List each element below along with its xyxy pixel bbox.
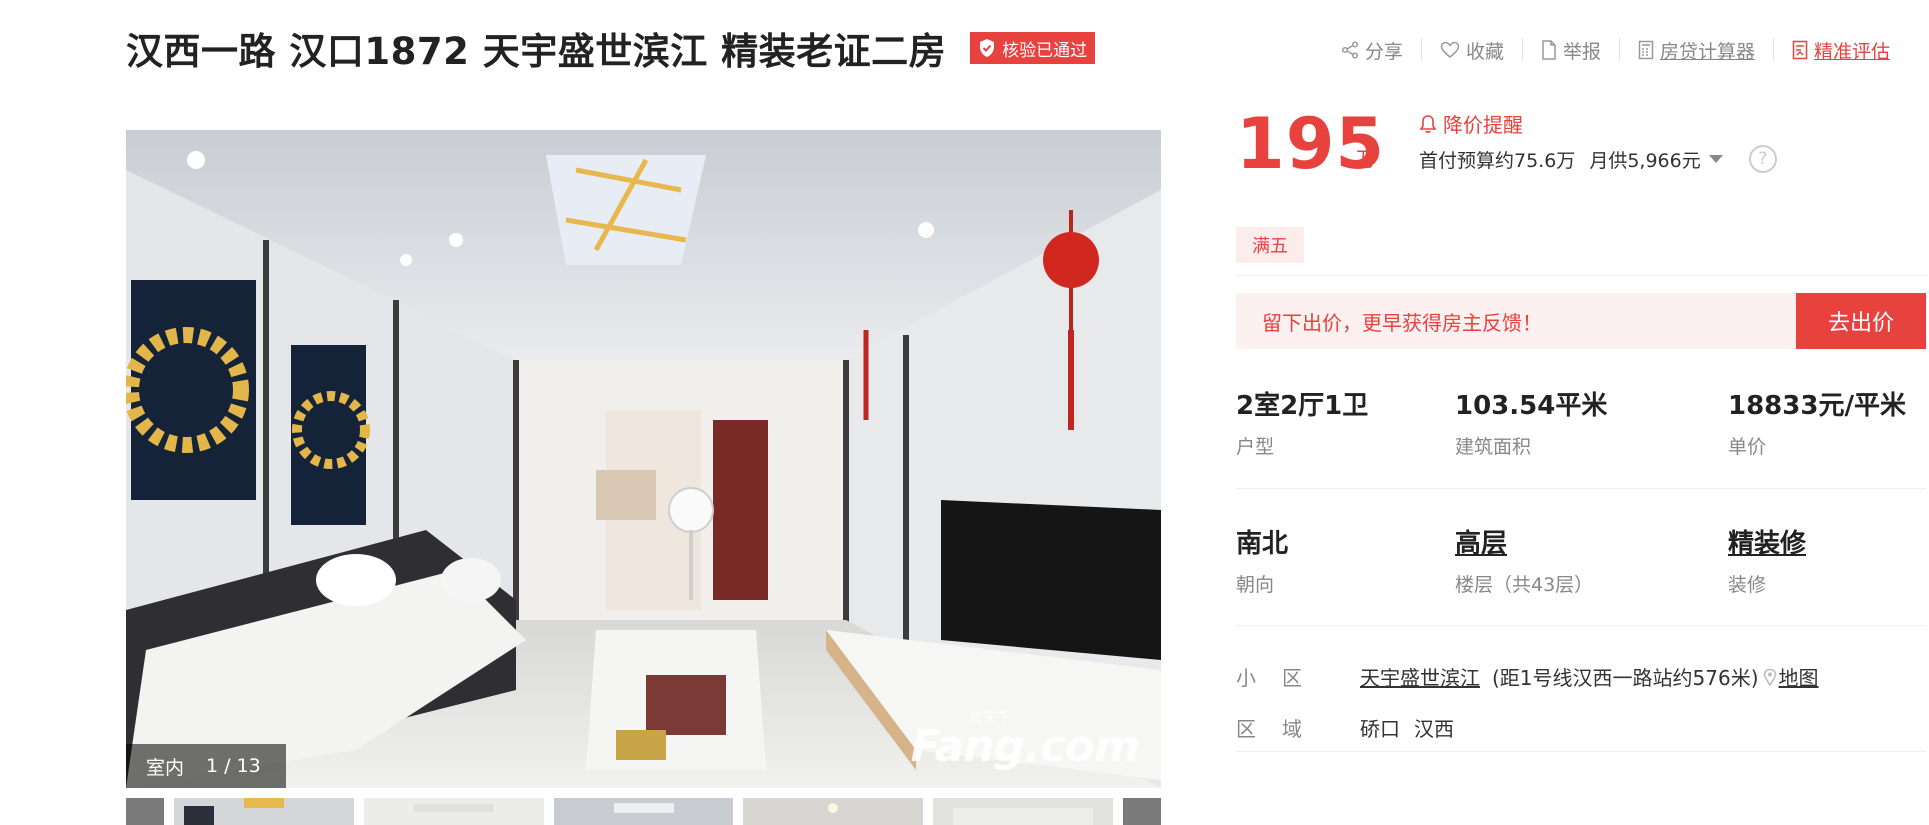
district-area-2[interactable]: 汉西 (1414, 713, 1454, 742)
heart-icon (1440, 41, 1460, 58)
favorite-button[interactable]: 收藏 (1420, 38, 1522, 63)
down-payment: 首付预算约75.6万 (1419, 149, 1576, 172)
evaluate-label: 精准评估 (1813, 40, 1890, 63)
mortgage-calculator-link[interactable]: 房贷计算器 (1618, 38, 1773, 63)
map-link[interactable]: 地图 (1779, 662, 1819, 691)
attr-decoration[interactable]: 精装修 装修 (1728, 523, 1806, 597)
attr-orientation-label: 朝向 (1236, 574, 1275, 596)
district-label: 区域 (1236, 717, 1328, 741)
document-icon (1542, 40, 1556, 60)
verified-badge-label: 核验已通过 (1002, 40, 1088, 61)
community-row: 小区 天宇盛世滨江 (距1号线汉西一路站约576米) 地图 (1236, 662, 1819, 691)
thumbnail[interactable] (933, 798, 1114, 825)
share-button[interactable]: 分享 (1323, 38, 1421, 63)
attr-area-label: 建筑面积 (1455, 436, 1532, 458)
attr-orientation: 南北 朝向 (1236, 523, 1288, 597)
thumbnail[interactable] (553, 798, 734, 825)
title-row: 汉西一路 汉口1872 天宇盛世滨江 精装老证二房 核验已通过 (126, 22, 1096, 74)
offer-bar: 留下出价，更早获得房主反馈！ 去出价 (1236, 293, 1926, 349)
community-label: 小区 (1236, 666, 1328, 690)
watermark-cn: 房天下 (968, 709, 1012, 727)
thumb-next-button[interactable] (1123, 798, 1161, 825)
attr-layout-value: 2室2厅1卫 (1236, 391, 1369, 421)
thumbnail[interactable] (173, 798, 354, 825)
report-label: 举报 (1562, 40, 1601, 63)
share-icon (1341, 41, 1358, 59)
attr-floor-value[interactable]: 高层 (1455, 523, 1593, 560)
tag-man-wu: 满五 (1236, 227, 1304, 263)
make-offer-button[interactable]: 去出价 (1796, 293, 1926, 349)
attr-area-value: 103.54平米 (1455, 391, 1608, 421)
thumbnail[interactable] (363, 798, 544, 825)
favorite-label: 收藏 (1465, 40, 1504, 63)
living-room-image (126, 130, 1161, 788)
offer-prompt: 留下出价，更早获得房主反馈！ (1262, 310, 1542, 335)
watermark-text: Fang.com (910, 721, 1140, 772)
verified-badge: 核验已通过 (970, 32, 1096, 64)
attr-unit-price-label: 单价 (1728, 436, 1767, 458)
attr-orientation-value: 南北 (1236, 529, 1289, 559)
calculator-icon (1638, 40, 1654, 60)
price-row: 195 万 降价提醒 首付预算约75.6万 月供5,966元 ? (1236, 105, 1926, 183)
attr-unit-price: 18833元/平米 单价 (1728, 385, 1906, 459)
price-drop-alert-label: 降价提醒 (1443, 113, 1523, 137)
help-icon[interactable]: ? (1748, 145, 1777, 173)
bell-icon (1419, 114, 1437, 133)
attr-layout: 2室2厅1卫 户型 (1236, 385, 1368, 459)
district-area-1[interactable]: 硚口 (1360, 713, 1400, 742)
thumbnail-strip (126, 798, 1161, 825)
price-drop-alert-button[interactable]: 降价提醒 (1419, 109, 1523, 138)
payment-line: 首付预算约75.6万 月供5,966元 ? (1419, 145, 1777, 173)
info-panel: 195 万 降价提醒 首付预算约75.6万 月供5,966元 ? 满五 留下出价… (1236, 105, 1926, 752)
attr-decoration-label: 装修 (1728, 574, 1767, 596)
attr-floor-label: 楼层（共43层） (1455, 574, 1594, 596)
thumb-prev-button[interactable] (126, 798, 164, 825)
shield-check-icon (980, 39, 995, 57)
community-distance: (距1号线汉西一路站约576米) (1492, 666, 1759, 690)
evaluate-icon (1792, 40, 1808, 60)
mortgage-calculator-label: 房贷计算器 (1659, 40, 1755, 63)
photo-counter: 1 / 13 (206, 755, 261, 777)
district-row: 区域 硚口 汉西 (1236, 713, 1468, 742)
thumbnail[interactable] (743, 798, 924, 825)
attr-unit-price-value: 18833元/平米 (1728, 391, 1906, 421)
map-pin-icon (1763, 668, 1776, 686)
watermark-logo: 房天下 Fang.com (910, 709, 1140, 772)
attr-decoration-value[interactable]: 精装修 (1728, 523, 1806, 560)
price-unit: 万 (1356, 147, 1376, 171)
photo-counter-tag: 室内 1 / 13 (126, 744, 286, 788)
attr-area: 103.54平米 建筑面积 (1455, 385, 1607, 459)
divider (1236, 488, 1926, 489)
attr-floor[interactable]: 高层 楼层（共43层） (1455, 523, 1593, 597)
header-actions: 分享 收藏 举报 房贷计算器 精准评估 (1323, 38, 1908, 63)
share-label: 分享 (1364, 40, 1403, 63)
photo-category: 室内 (146, 756, 185, 779)
chevron-down-icon[interactable] (1708, 155, 1723, 163)
page-title: 汉西一路 汉口1872 天宇盛世滨江 精装老证二房 (126, 30, 947, 73)
divider (1236, 275, 1926, 276)
community-link[interactable]: 天宇盛世滨江 (1360, 662, 1480, 691)
main-photo[interactable]: 室内 1 / 13 房天下 Fang.com (126, 130, 1161, 788)
attr-layout-label: 户型 (1236, 436, 1275, 458)
report-button[interactable]: 举报 (1521, 38, 1619, 63)
divider (1236, 625, 1926, 626)
evaluate-link[interactable]: 精准评估 (1772, 38, 1908, 63)
monthly-payment-dropdown[interactable]: 月供5,966元 (1589, 146, 1700, 173)
divider (1236, 751, 1926, 752)
